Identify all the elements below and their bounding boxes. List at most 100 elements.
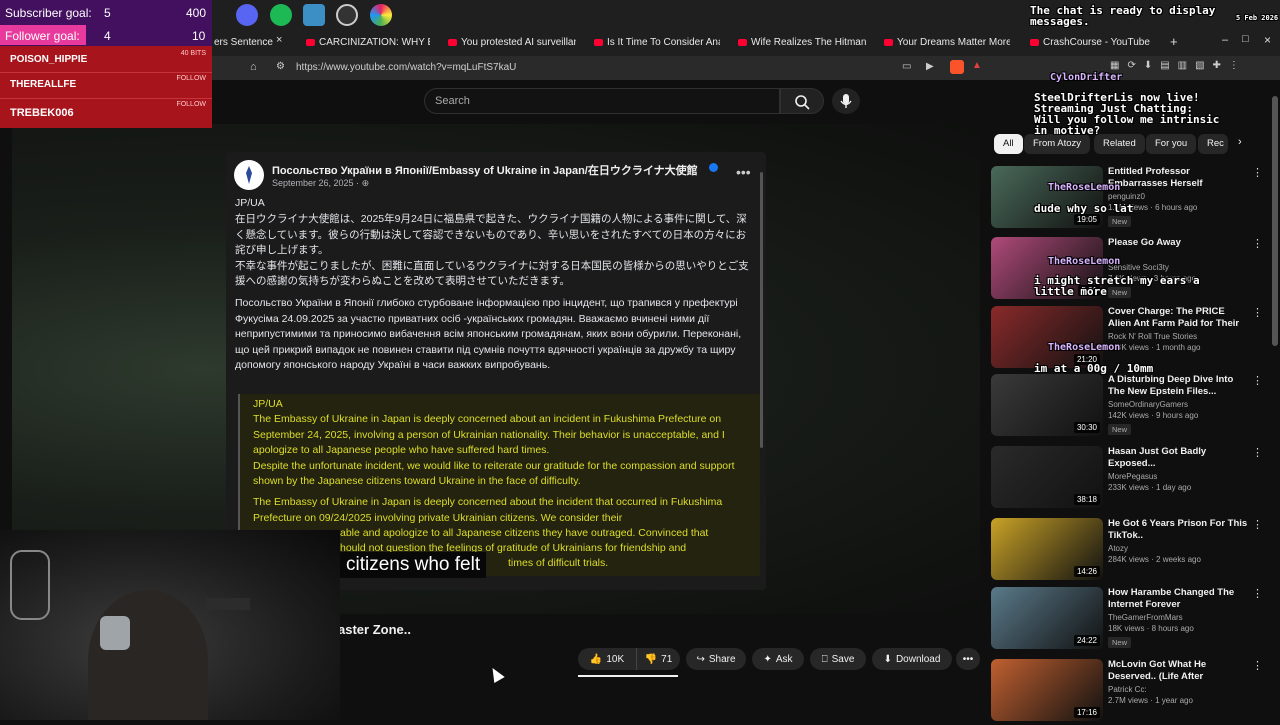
video-thumbnail[interactable]: 30:30 (991, 374, 1103, 436)
channel-name[interactable]: MorePegasus (1108, 472, 1157, 481)
obs-icon[interactable] (336, 4, 358, 26)
channel-name[interactable]: Rock N' Roll True Stories (1108, 332, 1197, 341)
channel-name[interactable]: TheGamerFromMars (1108, 613, 1183, 622)
brave-shield-icon[interactable] (950, 60, 964, 74)
chevron-right-icon[interactable]: › (1238, 136, 1242, 148)
ask-button[interactable]: ✦ Ask (752, 648, 804, 670)
recommended-video[interactable]: 38:18 Hasan Just Got Badly Exposed... More… (990, 446, 1266, 512)
scrollbar[interactable] (1272, 96, 1278, 346)
translation-text-1: The Embassy of Ukraine in Japan is deepl… (253, 413, 735, 487)
recommended-video[interactable]: 30:30 A Disturbing Deep Dive Into The New… (990, 374, 1266, 440)
chip-related[interactable]: Related (1094, 134, 1145, 154)
minimize-icon[interactable]: – (1222, 34, 1228, 46)
translation-text-3: able and apologize to all Japanese citiz… (340, 527, 709, 539)
video-thumbnail[interactable]: 17:16 (991, 659, 1103, 721)
more-vert-icon[interactable]: ⋮ (1252, 237, 1263, 250)
video-title[interactable]: Hasan Just Got Badly Exposed... (1108, 446, 1248, 470)
color-wheel-icon[interactable] (370, 4, 392, 26)
close-window-icon[interactable]: × (1264, 33, 1271, 47)
share-button[interactable]: ↪ Share (686, 648, 746, 670)
rewards-icon[interactable]: ▲ (972, 60, 982, 71)
video-thumbnail[interactable]: 14:26 (991, 518, 1103, 580)
recommended-video[interactable]: 24:22 How Harambe Changed The Internet Fo… (990, 587, 1266, 653)
mic-icon (840, 94, 852, 108)
more-vert-icon[interactable]: ⋮ (1252, 166, 1263, 179)
voice-search-button[interactable] (832, 88, 860, 114)
more-vert-icon[interactable]: ⋮ (1252, 374, 1263, 387)
tab-0[interactable]: ers Sentence (214, 32, 274, 52)
new-tab-icon[interactable]: + (1170, 34, 1178, 49)
more-actions-button[interactable]: ••• (956, 648, 980, 670)
video-title[interactable]: How Harambe Changed The Internet Forever (1108, 587, 1248, 611)
recommended-video[interactable]: 17:16 McLovin Got What He Deserved.. (Lif… (990, 659, 1266, 725)
more-vert-icon[interactable]: ⋮ (1252, 306, 1263, 319)
share-icon: ↪ (696, 653, 705, 665)
spotify-icon[interactable] (270, 4, 292, 26)
youtube-icon (1030, 38, 1039, 46)
dislike-button[interactable]: 👎 71 (636, 648, 680, 670)
download-icon: ⬇ (883, 653, 892, 665)
download-button[interactable]: ⬇ Download (872, 648, 952, 670)
new-badge: New (1108, 216, 1132, 227)
search-input[interactable]: Search (424, 88, 780, 114)
recommended-video[interactable]: 14:26 He Got 6 Years Prison For This TikT… (990, 518, 1266, 584)
sparkle-icon: ✦ (763, 653, 772, 665)
extension-icons[interactable]: ▦⟳⬇▤▥▧✚⋮ (1110, 60, 1260, 74)
video-thumbnail[interactable]: 19:05 (991, 166, 1103, 228)
video-title[interactable]: Entitled Professor Embarrasses Herself (1108, 166, 1248, 190)
post-text-jp: 在日ウクライナ大使館は、2025年9月24日に福島県で起きた、ウクライナ国籍の人… (235, 213, 749, 287)
video-duration: 14:26 (1073, 566, 1100, 577)
layers-icon[interactable] (303, 4, 325, 26)
more-vert-icon[interactable]: ⋮ (1252, 446, 1263, 459)
channel-name[interactable]: Patrick Cc: (1108, 685, 1147, 694)
video-title[interactable]: Cover Charge: The PRICE Alien Ant Farm P… (1108, 306, 1248, 330)
close-icon[interactable]: × (276, 34, 282, 46)
translation-text-2: The Embassy of Ukraine in Japan is deepl… (253, 496, 723, 524)
channel-name[interactable]: Atozy (1108, 544, 1128, 553)
video-duration: 38:18 (1073, 494, 1100, 505)
alert-0: POISON_HIPPIE 40 BITS (10, 50, 206, 65)
video-meta: 18K views · 8 hours ago (1108, 624, 1194, 633)
chat-user-1: TheRoseLemon (1048, 182, 1121, 193)
play-icon[interactable]: ▶ (926, 61, 934, 72)
tab-3[interactable]: Is It Time To Consider Anar (594, 32, 720, 52)
chat-message-3: im at a 00g / 10mm (1034, 362, 1154, 375)
chip-recent[interactable]: Rec (1198, 134, 1228, 154)
video-title[interactable]: A Disturbing Deep Dive Into The New Epst… (1108, 374, 1248, 398)
chip-for-you[interactable]: For you (1146, 134, 1197, 154)
recommended-video[interactable]: 19:05 Entitled Professor Embarrasses Hers… (990, 166, 1266, 232)
video-thumbnail[interactable]: 38:18 (991, 446, 1103, 508)
channel-name[interactable]: SomeOrdinaryGamers (1108, 400, 1188, 409)
more-horizontal-icon: ••• (962, 653, 974, 665)
chat-user-3: TheRoseLemon (1048, 342, 1121, 353)
more-vert-icon[interactable]: ⋮ (1252, 587, 1263, 600)
like-button[interactable]: 👍 10K (578, 648, 636, 670)
youtube-icon (594, 38, 603, 46)
search-button[interactable] (780, 88, 824, 114)
discord-icon[interactable] (236, 4, 258, 26)
video-meta: 142K views · 9 hours ago (1108, 411, 1199, 420)
video-thumbnail[interactable]: 24:22 (991, 587, 1103, 649)
maximize-icon[interactable]: □ (1242, 33, 1249, 45)
video-title[interactable]: He Got 6 Years Prison For This TikTok.. (1108, 518, 1248, 542)
bookmark-icon[interactable]: ⌂ (250, 61, 257, 73)
more-vert-icon[interactable]: ⋮ (1252, 659, 1263, 672)
tab-6[interactable]: CrashCourse - YouTube (1030, 32, 1160, 52)
video-title[interactable]: McLovin Got What He Deserved.. (Life Aft… (1108, 659, 1248, 683)
site-settings-icon[interactable]: ⚙ (276, 61, 285, 72)
chip-all[interactable]: All (994, 134, 1023, 154)
save-button[interactable]: ⎕ Save (810, 648, 866, 670)
video-title[interactable]: Please Go Away (1108, 237, 1248, 249)
tab-4[interactable]: Wife Realizes The Hitman S (738, 32, 866, 52)
tab-1[interactable]: CARCINIZATION: WHY EVE (306, 32, 430, 52)
more-vert-icon[interactable]: ⋮ (1252, 518, 1263, 531)
url-field[interactable]: https://www.youtube.com/watch?v=mqLuFtS7… (296, 62, 516, 73)
chip-from-atozy[interactable]: From Atozy (1024, 134, 1091, 154)
cast-icon[interactable]: ▭ (902, 61, 911, 72)
channel-name[interactable]: penguinz0 (1108, 192, 1145, 201)
tab-2[interactable]: You protested AI surveillan (448, 32, 576, 52)
video-thumbnail[interactable]: 21:20 (991, 306, 1103, 368)
microphone (10, 550, 50, 620)
tab-5[interactable]: Your Dreams Matter More T (884, 32, 1010, 52)
chat-message-1: dude why so lat (1034, 202, 1134, 215)
